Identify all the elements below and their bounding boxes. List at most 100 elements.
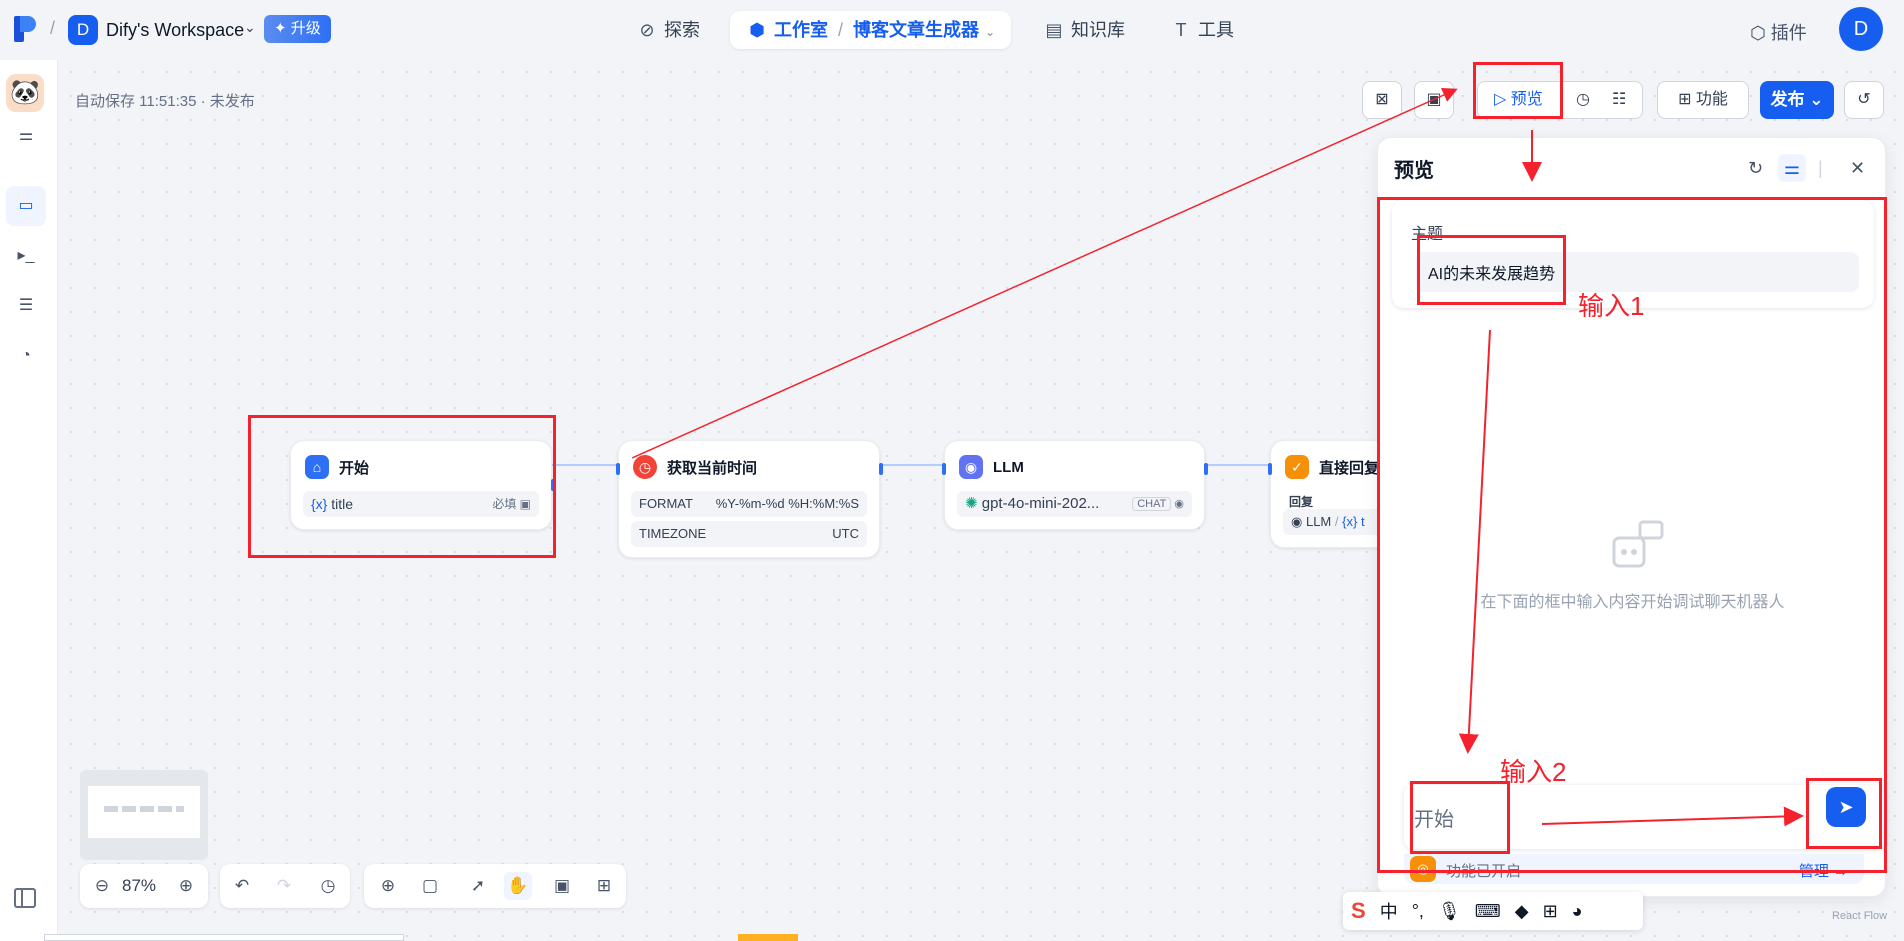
logs-icon[interactable]: ☰ bbox=[6, 286, 46, 326]
answer-ref-var: t bbox=[1360, 514, 1365, 529]
answer-label: 回复 bbox=[1289, 495, 1314, 509]
image-icon: ▣ bbox=[1426, 91, 1442, 108]
env-button[interactable]: ▣ bbox=[1414, 81, 1454, 119]
llm-small-icon: ◉ bbox=[1291, 514, 1303, 529]
history-run-icon[interactable]: ◷ bbox=[1576, 82, 1590, 118]
publish-label: 发布 bbox=[1770, 90, 1805, 109]
history-icon: ↺ bbox=[1857, 91, 1871, 108]
answer-ref-row: ◉ LLM / {x} t bbox=[1283, 509, 1389, 535]
node-get-time[interactable]: ◷ 获取当前时间 FORMAT %Y-%m-%d %H:%M:%S TIMEZON… bbox=[616, 440, 883, 558]
annotation-box-input2 bbox=[1410, 781, 1510, 854]
plugin-label: 插件 bbox=[1770, 23, 1807, 43]
sogou-logo-icon: S bbox=[1351, 898, 1366, 923]
annotation-box-input1 bbox=[1417, 235, 1566, 305]
node-llm[interactable]: ◉ LLM ✺ gpt-4o-mini-202... CHAT ◉ bbox=[942, 440, 1208, 530]
minimap[interactable] bbox=[80, 770, 208, 860]
node-answer[interactable]: ✓ 直接回复 回复 ◉ LLM / {x} t bbox=[1268, 440, 1390, 548]
app-icon[interactable]: 🐼 bbox=[6, 74, 44, 112]
llm-model-row[interactable]: ✺ gpt-4o-mini-202... CHAT ◉ bbox=[957, 491, 1192, 517]
version-history-button[interactable]: ↺ bbox=[1844, 81, 1884, 119]
add-node-icon[interactable]: ⊕ bbox=[374, 872, 402, 900]
nav-explore[interactable]: ⊘ 探索 bbox=[636, 11, 700, 49]
checklist-button[interactable]: ⊠ bbox=[1362, 81, 1402, 119]
breadcrumb-separator: / bbox=[50, 18, 56, 38]
annotation-box-start bbox=[248, 415, 556, 558]
node-answer-input-handle[interactable] bbox=[1268, 463, 1272, 475]
panel-divider: | bbox=[1818, 158, 1823, 178]
mascot-icon[interactable]: ◕ bbox=[1572, 901, 1583, 922]
variables-settings-icon[interactable]: ⚌ bbox=[1778, 154, 1806, 182]
react-flow-attribution[interactable]: React Flow bbox=[1832, 910, 1887, 922]
microphone-icon[interactable]: 🎙 bbox=[1438, 901, 1461, 922]
nav-tools-label: 工具 bbox=[1198, 20, 1234, 40]
left-sidebar: 🐼 ⚌ ▭ ▸_ ☰ ◔ bbox=[0, 60, 58, 941]
chevron-down-icon[interactable]: ⌄ bbox=[244, 19, 256, 36]
organize-layout-icon[interactable]: ⊞ bbox=[590, 872, 618, 900]
annotation-label-input2: 输入2 bbox=[1500, 757, 1567, 787]
checklist-list-icon[interactable]: ☷ bbox=[1612, 82, 1626, 118]
terminal-icon[interactable]: ▸_ bbox=[6, 236, 46, 276]
publish-button[interactable]: 发布 ⌄ bbox=[1760, 81, 1834, 119]
annotation-label-input1: 输入1 bbox=[1578, 291, 1645, 321]
zoom-controls: ⊖ 87% ⊕ bbox=[80, 864, 208, 908]
sidebar-orchestrate-icon[interactable]: ▭ bbox=[6, 186, 46, 226]
keyboard-icon[interactable]: ⌨ bbox=[1475, 901, 1501, 922]
chevron-down-icon: ⌄ bbox=[1809, 90, 1824, 109]
llm-mode-label: CHAT bbox=[1132, 497, 1172, 511]
zoom-in-icon[interactable]: ⊕ bbox=[172, 872, 200, 900]
nav-separator: / bbox=[838, 20, 844, 40]
node-answer-title: 直接回复 bbox=[1319, 459, 1380, 477]
cube-icon: ⬡ bbox=[1750, 23, 1766, 43]
features-icon: ⊞ bbox=[1678, 91, 1692, 108]
node-time-output-handle[interactable] bbox=[879, 463, 883, 475]
nav-studio[interactable]: ⬢ 工作室 / 博客文章生成器 ⌄ bbox=[730, 11, 1012, 49]
skin-icon[interactable]: ◆ bbox=[1515, 901, 1529, 922]
change-history-icon[interactable]: ◷ bbox=[314, 872, 342, 900]
node-llm-input-handle[interactable] bbox=[942, 463, 946, 475]
redo-icon[interactable]: ↷ bbox=[270, 872, 298, 900]
hand-icon[interactable]: ✋ bbox=[504, 872, 532, 900]
upgrade-button[interactable]: ✦ 升级 bbox=[264, 15, 331, 43]
edge-start-time bbox=[552, 464, 616, 466]
llm-model-name: gpt-4o-mini-202... bbox=[981, 495, 1100, 512]
workspace-name[interactable]: Dify's Workspace bbox=[106, 20, 244, 41]
grid-icon[interactable]: ⊞ bbox=[1543, 901, 1558, 922]
zoom-level[interactable]: 87% bbox=[122, 876, 156, 896]
compass-icon: ⊘ bbox=[639, 20, 655, 40]
user-avatar[interactable]: D bbox=[1839, 7, 1883, 51]
node-llm-output-handle[interactable] bbox=[1204, 463, 1208, 475]
gauge-icon[interactable]: ◔ bbox=[6, 336, 46, 376]
answer-ref-node: LLM bbox=[1305, 514, 1332, 529]
pointer-icon[interactable]: ➚ bbox=[464, 872, 492, 900]
clock-icon: ◷ bbox=[633, 455, 657, 479]
plugin-button[interactable]: ⬡ 插件 bbox=[1750, 19, 1807, 45]
chevron-down-icon[interactable]: ⌄ bbox=[985, 25, 995, 39]
node-llm-title: LLM bbox=[993, 458, 1024, 476]
timezone-row: TIMEZONE UTC bbox=[631, 521, 867, 547]
node-time-input-handle[interactable] bbox=[616, 463, 620, 475]
app-name-selector[interactable]: 博客文章生成器 bbox=[853, 20, 979, 40]
nav-knowledge[interactable]: ▤ 知识库 bbox=[1043, 11, 1125, 49]
edge-llm-answer bbox=[1205, 464, 1269, 466]
nav-tools[interactable]: T 工具 bbox=[1170, 11, 1235, 49]
edge-time-llm bbox=[880, 464, 944, 466]
close-icon[interactable]: ✕ bbox=[1850, 158, 1865, 179]
top-bar: / D Dify's Workspace ⌄ ✦ 升级 ⊘ 探索 ⬢ 工作室 / 博客文… bbox=[0, 0, 1904, 60]
ime-language[interactable]: 中 bbox=[1380, 898, 1398, 924]
features-button[interactable]: ⊞ 功能 bbox=[1657, 81, 1749, 119]
punctuation-icon[interactable]: °, bbox=[1412, 901, 1424, 922]
add-note-icon[interactable]: ▢ bbox=[416, 872, 444, 900]
format-row: FORMAT %Y-%m-%d %H:%M:%S bbox=[631, 491, 867, 517]
answer-icon: ✓ bbox=[1285, 455, 1309, 479]
sliders-icon[interactable]: ⚌ bbox=[6, 116, 46, 156]
undo-icon[interactable]: ↶ bbox=[228, 872, 256, 900]
checklist-icon: ⊠ bbox=[1375, 91, 1389, 108]
workspace-avatar[interactable]: D bbox=[68, 15, 98, 45]
annotation-box-send bbox=[1806, 778, 1882, 849]
collapse-sidebar-icon[interactable] bbox=[14, 888, 36, 908]
zoom-out-icon[interactable]: ⊖ bbox=[88, 872, 116, 900]
history-controls: ↶ ↷ ◷ bbox=[220, 864, 350, 908]
restart-icon[interactable]: ↻ bbox=[1748, 158, 1763, 179]
export-image-icon[interactable]: ▣ bbox=[548, 872, 576, 900]
dify-logo-icon[interactable] bbox=[14, 16, 36, 42]
